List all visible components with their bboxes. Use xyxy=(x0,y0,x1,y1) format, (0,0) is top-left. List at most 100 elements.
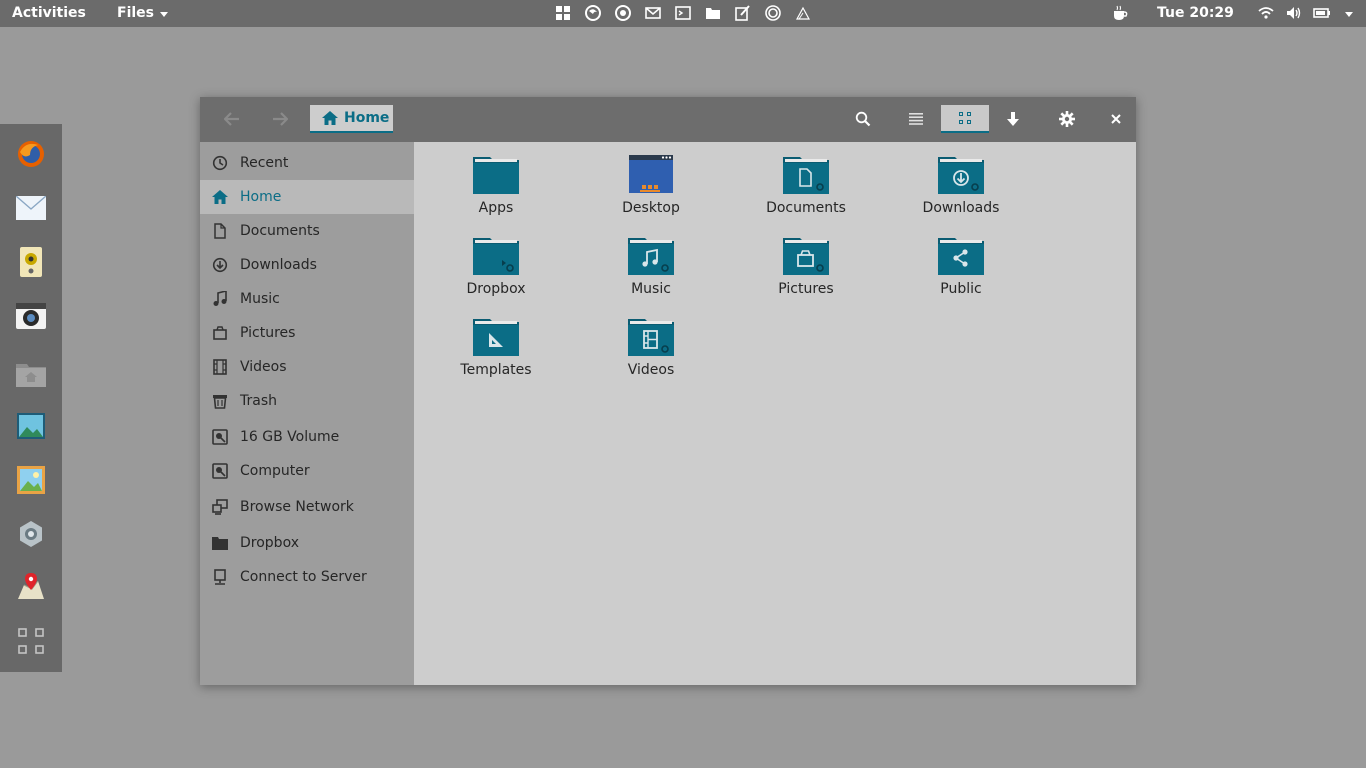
sidebar-item-computer[interactable]: Computer xyxy=(200,454,414,488)
sidebar-item-home[interactable]: Home xyxy=(200,180,414,214)
pictures-icon xyxy=(212,325,228,341)
music-note-icon xyxy=(212,291,228,307)
chevron-down-icon xyxy=(160,11,168,17)
maps-icon[interactable] xyxy=(15,570,47,602)
settings-menu-button[interactable] xyxy=(1045,105,1089,133)
camera-icon[interactable] xyxy=(15,300,47,332)
editor-icon[interactable] xyxy=(734,4,752,22)
document-icon xyxy=(212,223,228,239)
sidebar-item-videos[interactable]: Videos xyxy=(200,350,414,384)
sidebar-item-16gb-volume[interactable]: 16 GB Volume xyxy=(200,420,414,454)
sidebar-item-label: Computer xyxy=(240,463,310,479)
music-folder-icon xyxy=(628,238,674,275)
pictures-folder-icon xyxy=(783,238,829,275)
file-item-documents[interactable]: Documents xyxy=(751,154,861,228)
photos-icon[interactable] xyxy=(15,464,47,496)
sidebar-item-dropbox[interactable]: Dropbox xyxy=(200,526,414,560)
inkscape-icon[interactable] xyxy=(794,4,812,22)
sidebar-item-pictures[interactable]: Pictures xyxy=(200,316,414,350)
sidebar-item-label: Recent xyxy=(240,155,289,171)
clock[interactable]: Tue 20:29 xyxy=(1157,5,1234,21)
file-item-pictures[interactable]: Pictures xyxy=(751,235,861,309)
file-item-videos[interactable]: Videos xyxy=(596,316,706,390)
app-menu-label: Files xyxy=(117,5,154,21)
folder-icon xyxy=(473,157,519,194)
home-icon xyxy=(322,111,338,125)
terminal-icon[interactable] xyxy=(674,4,692,22)
home-folder-icon[interactable] xyxy=(15,358,47,390)
file-item-label: Dropbox xyxy=(466,281,526,297)
templates-folder-icon xyxy=(473,319,519,356)
network-icon xyxy=(212,499,228,515)
grid-icon[interactable] xyxy=(554,4,572,22)
mail-icon[interactable] xyxy=(15,192,47,224)
sidebar-item-label: Documents xyxy=(240,223,320,239)
top-bar: Activities Files Tue 20:29 xyxy=(0,0,1366,27)
file-grid: Apps Desktop Documents Downloads Dropbox… xyxy=(414,142,1136,685)
sidebar-item-recent[interactable]: Recent xyxy=(200,146,414,180)
wifi-icon[interactable] xyxy=(1257,4,1275,22)
mail-icon[interactable] xyxy=(644,4,662,22)
sidebar-item-label: Videos xyxy=(240,359,287,375)
sidebar-item-trash[interactable]: Trash xyxy=(200,384,414,418)
top-launcher xyxy=(554,4,812,22)
view-options-button[interactable] xyxy=(991,105,1035,133)
file-item-downloads[interactable]: Downloads xyxy=(906,154,1016,228)
coffee-icon[interactable] xyxy=(1111,4,1129,22)
sidebar-item-label: Dropbox xyxy=(240,535,299,551)
sidebar-item-downloads[interactable]: Downloads xyxy=(200,248,414,282)
search-button[interactable] xyxy=(841,105,885,133)
file-item-desktop[interactable]: Desktop xyxy=(596,154,706,228)
sidebar-item-music[interactable]: Music xyxy=(200,282,414,316)
file-item-public[interactable]: Public xyxy=(906,235,1016,309)
firefox-icon[interactable] xyxy=(584,4,602,22)
sidebar-item-connect-to-server[interactable]: Connect to Server xyxy=(200,560,414,594)
file-item-label: Music xyxy=(631,281,671,297)
back-arrow-icon[interactable] xyxy=(222,110,242,128)
clock-icon xyxy=(212,155,228,171)
close-icon xyxy=(1111,114,1121,124)
image-viewer-icon[interactable] xyxy=(15,410,47,442)
grid-view-button[interactable] xyxy=(941,105,989,133)
chrome-icon[interactable] xyxy=(614,4,632,22)
file-item-label: Desktop xyxy=(622,200,680,216)
home-icon xyxy=(212,189,228,205)
documents-folder-icon xyxy=(783,157,829,194)
sidebar-item-label: Trash xyxy=(240,393,277,409)
file-item-label: Apps xyxy=(478,200,514,216)
list-view-button[interactable] xyxy=(894,105,938,133)
app-menu-button[interactable]: Files xyxy=(117,5,168,21)
file-item-templates[interactable]: Templates xyxy=(441,316,551,390)
show-apps-icon[interactable] xyxy=(15,625,47,657)
battery-icon[interactable] xyxy=(1313,4,1331,22)
gear-icon xyxy=(1059,111,1075,127)
videos-folder-icon xyxy=(628,319,674,356)
sidebar-item-browse-network[interactable]: Browse Network xyxy=(200,490,414,524)
file-item-music[interactable]: Music xyxy=(596,235,706,309)
firefox-icon[interactable] xyxy=(15,138,47,170)
arrow-down-icon xyxy=(1007,112,1019,126)
activities-button[interactable]: Activities xyxy=(12,5,86,21)
volume-icon[interactable] xyxy=(1285,4,1303,22)
dock xyxy=(0,124,62,672)
chevron-down-icon[interactable] xyxy=(1340,4,1358,22)
disc-icon[interactable] xyxy=(764,4,782,22)
file-item-apps[interactable]: Apps xyxy=(441,154,551,228)
sidebar: Recent Home Documents Downloads Music Pi… xyxy=(200,142,414,685)
close-button[interactable] xyxy=(1094,105,1138,133)
film-icon xyxy=(212,359,228,375)
grid-icon xyxy=(959,112,971,124)
sidebar-item-documents[interactable]: Documents xyxy=(200,214,414,248)
file-item-label: Pictures xyxy=(778,281,834,297)
path-bar-home[interactable]: Home xyxy=(310,105,393,133)
file-item-dropbox[interactable]: Dropbox xyxy=(441,235,551,309)
speaker-icon[interactable] xyxy=(15,246,47,278)
file-item-label: Documents xyxy=(766,200,846,216)
search-icon xyxy=(855,111,871,127)
folder-icon[interactable] xyxy=(704,4,722,22)
forward-arrow-icon[interactable] xyxy=(270,110,290,128)
trash-icon xyxy=(212,393,228,409)
settings-icon[interactable] xyxy=(15,518,47,550)
sidebar-item-label: Connect to Server xyxy=(240,569,367,585)
path-label: Home xyxy=(344,110,390,126)
